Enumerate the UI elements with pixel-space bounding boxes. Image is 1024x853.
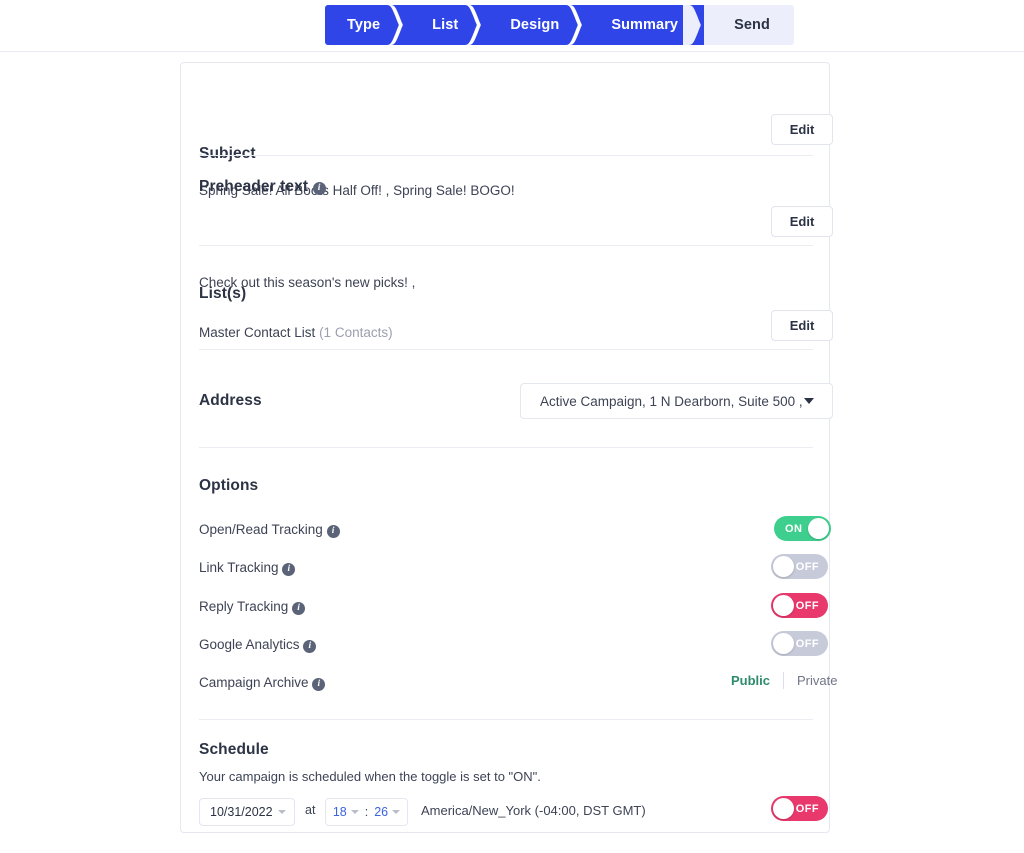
campaign-stepper: Type List Design Summary Send bbox=[325, 5, 794, 45]
toggle-link-tracking[interactable]: OFF bbox=[771, 554, 828, 579]
preheader-edit-button[interactable]: Edit bbox=[771, 206, 833, 237]
campaign-archive-segmented: Public Private bbox=[731, 672, 837, 689]
option-text: Campaign Archive bbox=[199, 675, 309, 690]
toggle-reply-tracking[interactable]: OFF bbox=[771, 593, 828, 618]
lists-value-row: Master Contact List (1 Contacts) bbox=[199, 325, 393, 340]
stepper-bar: Type List Design Summary Send bbox=[0, 0, 1024, 52]
archive-private-option[interactable]: Private bbox=[784, 673, 837, 688]
step-summary-label: Summary bbox=[611, 17, 679, 33]
step-design[interactable]: Design bbox=[484, 5, 586, 45]
lists-heading: List(s) bbox=[199, 285, 247, 302]
subject-edit-button[interactable]: Edit bbox=[771, 114, 833, 145]
option-text: Reply Tracking bbox=[199, 599, 289, 614]
divider-subject bbox=[199, 155, 813, 156]
chevron-down-icon bbox=[804, 398, 814, 404]
step-design-label: Design bbox=[510, 17, 560, 33]
address-selected-value: Active Campaign, 1 N Dearborn, Suite 500… bbox=[540, 393, 804, 409]
toggle-state-label: ON bbox=[785, 522, 803, 535]
summary-card: Subject Spring Sale! All Boots Half Off!… bbox=[180, 62, 837, 833]
step-chevron-icon bbox=[463, 5, 485, 45]
lists-edit-button[interactable]: Edit bbox=[771, 310, 833, 341]
divider-address bbox=[199, 447, 813, 448]
archive-public-option[interactable]: Public bbox=[731, 673, 783, 688]
option-text: Link Tracking bbox=[199, 560, 279, 575]
toggle-state-label: OFF bbox=[795, 637, 819, 650]
step-summary[interactable]: Summary bbox=[585, 5, 705, 45]
toggle-open-read-tracking[interactable]: ON bbox=[774, 516, 831, 541]
schedule-heading: Schedule bbox=[199, 741, 269, 758]
schedule-date-input[interactable]: 10/31/2022 bbox=[199, 798, 295, 826]
options-heading: Options bbox=[199, 477, 259, 494]
step-list[interactable]: List bbox=[406, 5, 485, 45]
option-label-open-read-tracking: Open/Read Tracking i bbox=[199, 522, 340, 538]
option-text: Google Analytics bbox=[199, 637, 300, 652]
chevron-down-icon bbox=[350, 810, 359, 814]
step-send[interactable]: Send bbox=[704, 5, 794, 45]
step-send-label: Send bbox=[734, 17, 770, 33]
step-arrow-icon bbox=[683, 5, 705, 45]
chevron-down-icon bbox=[392, 810, 401, 814]
info-icon[interactable]: i bbox=[326, 525, 340, 538]
step-type[interactable]: Type bbox=[325, 5, 407, 45]
divider-preheader bbox=[199, 245, 813, 246]
schedule-description: Your campaign is scheduled when the togg… bbox=[199, 769, 541, 784]
schedule-date-value: 10/31/2022 bbox=[210, 805, 273, 819]
option-text: Open/Read Tracking bbox=[199, 522, 323, 537]
schedule-time-input[interactable]: 18 : 26 bbox=[325, 798, 408, 826]
option-label-reply-tracking: Reply Tracking i bbox=[199, 599, 306, 615]
schedule-at-label: at bbox=[305, 803, 316, 817]
schedule-hour-value: 18 bbox=[332, 805, 347, 819]
schedule-minute-value: 26 bbox=[374, 805, 389, 819]
lists-name: Master Contact List bbox=[199, 325, 316, 340]
option-label-link-tracking: Link Tracking i bbox=[199, 560, 296, 576]
schedule-minute-select[interactable]: 26 bbox=[374, 805, 401, 819]
step-chevron-icon bbox=[564, 5, 586, 45]
option-label-campaign-archive: Campaign Archive i bbox=[199, 675, 326, 691]
info-icon[interactable]: i bbox=[312, 678, 326, 691]
address-heading: Address bbox=[199, 392, 262, 409]
toggle-knob bbox=[773, 556, 794, 577]
subject-heading: Subject bbox=[199, 145, 256, 162]
info-icon[interactable]: i bbox=[303, 640, 317, 653]
chevron-down-icon bbox=[278, 810, 286, 814]
divider-lists bbox=[199, 349, 813, 350]
schedule-timezone-label: America/New_York (-04:00, DST GMT) bbox=[421, 803, 646, 818]
address-row: Address Active Campaign, 1 N Dearborn, S… bbox=[199, 383, 833, 419]
toggle-knob bbox=[773, 595, 794, 616]
info-icon[interactable]: i bbox=[292, 602, 306, 615]
toggle-google-analytics[interactable]: OFF bbox=[771, 631, 828, 656]
toggle-state-label: OFF bbox=[795, 599, 819, 612]
info-icon[interactable]: i bbox=[312, 182, 326, 195]
info-icon[interactable]: i bbox=[282, 563, 296, 576]
step-list-label: List bbox=[432, 17, 459, 33]
option-label-google-analytics: Google Analytics i bbox=[199, 637, 317, 653]
toggle-state-label: OFF bbox=[795, 802, 819, 815]
time-colon: : bbox=[364, 805, 369, 819]
toggle-knob bbox=[773, 798, 794, 819]
toggle-state-label: OFF bbox=[795, 560, 819, 573]
address-select[interactable]: Active Campaign, 1 N Dearborn, Suite 500… bbox=[520, 383, 833, 419]
preheader-heading: Preheader text bbox=[199, 178, 309, 195]
step-type-label: Type bbox=[347, 17, 381, 33]
toggle-knob bbox=[808, 518, 829, 539]
page-body: Subject Spring Sale! All Boots Half Off!… bbox=[0, 52, 1024, 853]
preheader-heading-row: Preheader text i bbox=[199, 178, 326, 196]
step-chevron-icon bbox=[385, 5, 407, 45]
toggle-knob bbox=[773, 633, 794, 654]
lists-count: (1 Contacts) bbox=[319, 325, 393, 340]
divider-options bbox=[199, 719, 813, 720]
schedule-hour-select[interactable]: 18 bbox=[333, 805, 359, 819]
toggle-schedule[interactable]: OFF bbox=[771, 796, 828, 821]
